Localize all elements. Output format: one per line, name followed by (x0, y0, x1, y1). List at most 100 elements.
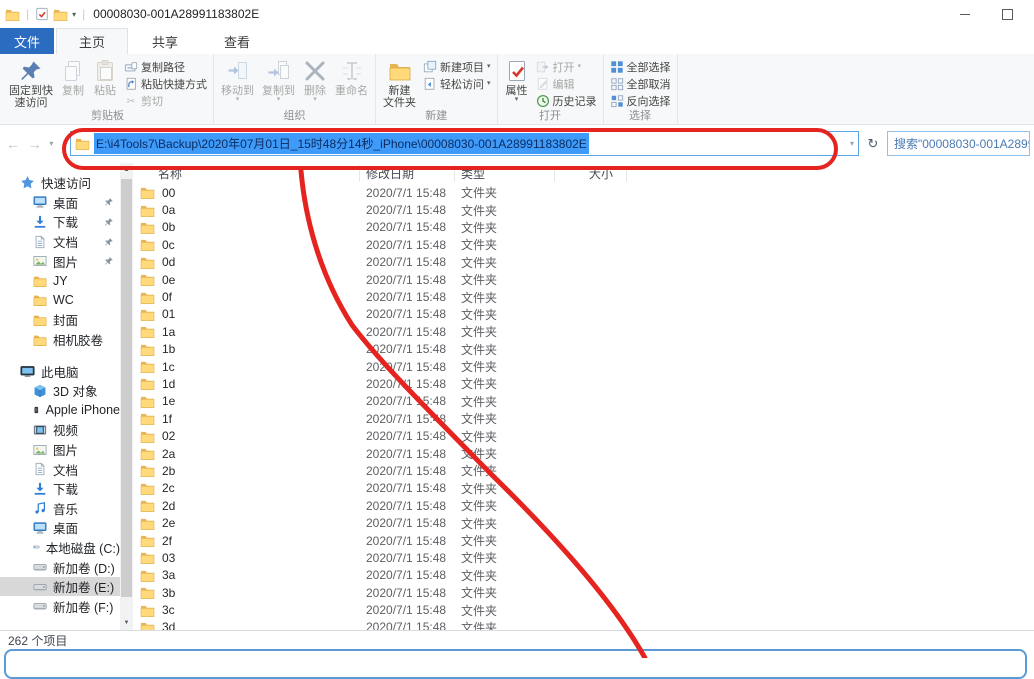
table-row[interactable]: 0e2020/7/1 15:48文件夹 (134, 271, 1034, 288)
table-row[interactable]: 1d2020/7/1 15:48文件夹 (134, 375, 1034, 392)
tab-view[interactable]: 查看 (202, 28, 272, 54)
file-name-cell: 0e (134, 273, 360, 287)
minimize-button[interactable] (944, 0, 986, 28)
sidebar-item-desktop-pc[interactable]: 桌面 (0, 518, 120, 538)
ribbon-button-move-to[interactable]: 移动到▾ (217, 56, 258, 109)
sidebar-item-downloads-pc[interactable]: 下载 (0, 479, 120, 499)
table-row[interactable]: 2b2020/7/1 15:48文件夹 (134, 462, 1034, 479)
sidebar-item-new-volume-f[interactable]: 新加卷 (F:) (0, 596, 120, 616)
table-row[interactable]: 032020/7/1 15:48文件夹 (134, 549, 1034, 566)
maximize-button[interactable] (986, 0, 1028, 28)
column-header-date-modified[interactable]: 修改日期 (360, 165, 455, 182)
table-row[interactable]: 0a2020/7/1 15:48文件夹 (134, 201, 1034, 218)
table-row[interactable]: 0f2020/7/1 15:48文件夹 (134, 288, 1034, 305)
ribbon-button-cut[interactable]: ✂剪切 (121, 92, 210, 109)
ribbon-button-paste[interactable]: 粘贴 (89, 56, 121, 109)
file-name-cell: 0c (134, 238, 360, 252)
sidebar-item-jy[interactable]: JY (0, 271, 120, 291)
scroll-up-icon[interactable]: ▲ (120, 163, 133, 177)
folder-icon[interactable] (53, 8, 68, 21)
table-row[interactable]: 2d2020/7/1 15:48文件夹 (134, 497, 1034, 514)
table-row[interactable]: 1b2020/7/1 15:48文件夹 (134, 341, 1034, 358)
table-row[interactable]: 3b2020/7/1 15:48文件夹 (134, 584, 1034, 601)
ribbon-button-delete[interactable]: 删除▾ (299, 56, 331, 109)
desktop-icon (33, 195, 47, 209)
table-row[interactable]: 1f2020/7/1 15:48文件夹 (134, 410, 1034, 427)
video-icon (33, 423, 47, 437)
sidebar-item-videos[interactable]: 视频 (0, 420, 120, 440)
sidebar-item-cover[interactable]: 封面 (0, 310, 120, 330)
sidebar-item-new-volume-e[interactable]: 新加卷 (E:) (0, 577, 120, 597)
ribbon-button-select-all[interactable]: 全部选择 (607, 58, 674, 75)
table-row[interactable]: 1a2020/7/1 15:48文件夹 (134, 323, 1034, 340)
back-icon[interactable]: ← (6, 136, 20, 152)
table-row[interactable]: 2e2020/7/1 15:48文件夹 (134, 514, 1034, 531)
search-input[interactable]: 搜索"00008030-001A28991... (887, 131, 1030, 156)
table-row[interactable]: 022020/7/1 15:48文件夹 (134, 427, 1034, 444)
tab-file[interactable]: 文件 (0, 28, 54, 54)
table-row[interactable]: 3a2020/7/1 15:48文件夹 (134, 567, 1034, 584)
ribbon-button-new-folder[interactable]: 新建文件夹 (379, 56, 420, 109)
pin-icon (19, 59, 43, 83)
table-row[interactable]: 3c2020/7/1 15:48文件夹 (134, 601, 1034, 618)
table-row[interactable]: 012020/7/1 15:48文件夹 (134, 306, 1034, 323)
address-path-selected[interactable]: E:\i4Tools7\Backup\2020年07月01日_15时48分14秒… (94, 133, 589, 154)
table-row[interactable]: 002020/7/1 15:48文件夹 (134, 184, 1034, 201)
sidebar-scrollbar[interactable]: ▲ ▼ (120, 163, 133, 630)
ribbon-button-copy-path[interactable]: 复制路径 (121, 58, 210, 75)
scrollbar-thumb[interactable] (121, 179, 132, 597)
table-row[interactable]: 1e2020/7/1 15:48文件夹 (134, 393, 1034, 410)
tab-home[interactable]: 主页 (56, 28, 128, 54)
ribbon-button-copy[interactable]: 复制 (57, 56, 89, 109)
sidebar-item-local-disk-c[interactable]: 本地磁盘 (C:) (0, 538, 120, 558)
ribbon-button-easy-access[interactable]: 轻松访问▾ (420, 75, 494, 92)
sidebar-item-camera-roll[interactable]: 相机胶卷 (0, 330, 120, 350)
tab-share[interactable]: 共享 (130, 28, 200, 54)
up-icon[interactable]: ↑ (61, 136, 68, 152)
refresh-button[interactable]: ↻ (862, 131, 884, 156)
ribbon-button-properties[interactable]: 属性▾ (501, 56, 533, 109)
forward-icon[interactable]: → (28, 136, 42, 152)
qat-customize-caret-icon[interactable]: ▾ (72, 10, 76, 19)
sidebar-item-music[interactable]: 音乐 (0, 499, 120, 519)
table-row[interactable]: 0d2020/7/1 15:48文件夹 (134, 254, 1034, 271)
sidebar-item-wc[interactable]: WC (0, 291, 120, 311)
table-row[interactable]: 2c2020/7/1 15:48文件夹 (134, 480, 1034, 497)
column-header-type[interactable]: 类型 (455, 165, 555, 182)
recent-locations-caret-icon[interactable]: ▾ (49, 139, 53, 148)
properties-check-icon[interactable] (35, 7, 49, 21)
ribbon-button-invert-selection[interactable]: 反向选择 (607, 92, 674, 109)
sidebar-item-documents[interactable]: 文档 (0, 232, 120, 252)
table-row[interactable]: 2f2020/7/1 15:48文件夹 (134, 532, 1034, 549)
address-dropdown-caret-icon[interactable]: ▾ (850, 139, 854, 148)
sidebar-item-new-volume-d[interactable]: 新加卷 (D:) (0, 557, 120, 577)
table-row[interactable]: 2a2020/7/1 15:48文件夹 (134, 445, 1034, 462)
sidebar-item-3d-objects[interactable]: 3D 对象 (0, 381, 120, 401)
table-row[interactable]: 0b2020/7/1 15:48文件夹 (134, 219, 1034, 236)
scroll-down-icon[interactable]: ▼ (120, 616, 133, 630)
table-row[interactable]: 3d2020/7/1 15:48文件夹 (134, 619, 1034, 630)
ribbon-button-rename[interactable]: 重命名 (331, 56, 372, 109)
sidebar-item-documents-pc[interactable]: 文档 (0, 459, 120, 479)
ribbon-button-paste-shortcut[interactable]: 粘贴快捷方式 (121, 75, 210, 92)
sidebar-item-desktop[interactable]: 桌面 (0, 193, 120, 213)
sidebar-item-quick-access[interactable]: 快速访问 (0, 173, 120, 193)
ribbon-button-open[interactable]: 打开▾ (533, 58, 600, 75)
ribbon-button-select-none[interactable]: 全部取消 (607, 75, 674, 92)
invert-selection-icon (610, 94, 624, 108)
sidebar-item-apple-iphone[interactable]: Apple iPhone (0, 401, 120, 421)
table-row[interactable]: 0c2020/7/1 15:48文件夹 (134, 236, 1034, 253)
ribbon-button-pin-to-quick-access[interactable]: 固定到快速访问 (5, 56, 57, 109)
sidebar-item-this-pc[interactable]: 此电脑 (0, 361, 120, 381)
sidebar-item-downloads[interactable]: 下载 (0, 212, 120, 232)
ribbon-button-copy-to[interactable]: 复制到▾ (258, 56, 299, 109)
address-bar[interactable]: E:\i4Tools7\Backup\2020年07月01日_15时48分14秒… (70, 131, 859, 156)
ribbon-button-new-item[interactable]: 新建项目▾ (420, 58, 494, 75)
column-header-name[interactable]: 名称 (134, 165, 360, 182)
ribbon-button-edit[interactable]: 编辑 (533, 75, 600, 92)
sidebar-item-pictures-pc[interactable]: 图片 (0, 440, 120, 460)
ribbon-button-history[interactable]: 历史记录 (533, 92, 600, 109)
table-row[interactable]: 1c2020/7/1 15:48文件夹 (134, 358, 1034, 375)
sidebar-item-pictures[interactable]: 图片 (0, 251, 120, 271)
column-header-size[interactable]: 大小 (555, 165, 627, 182)
